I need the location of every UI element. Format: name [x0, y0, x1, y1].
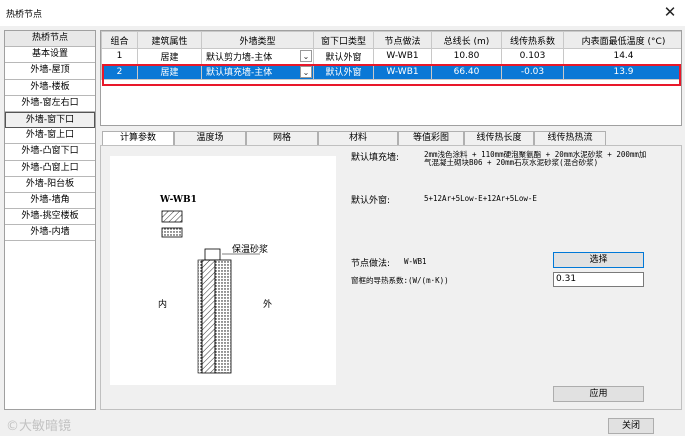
frame-conductivity-label: 窗框的导热系数:(W/(m·K)): [351, 276, 449, 285]
sidebar-item-wall-window-top[interactable]: 外墙-窗上口: [5, 128, 95, 145]
wall-type-value: 默认剪力墙-主体: [206, 52, 273, 63]
node-method-value: W-WB1: [404, 257, 427, 266]
chevron-down-icon[interactable]: ⌄: [300, 50, 312, 62]
watermark-logo: ©大敏暗镜: [6, 419, 72, 434]
tab-contour-map[interactable]: 等值彩图: [398, 131, 464, 145]
wall-type-select[interactable]: 默认填充墙-主体 ⌄: [201, 63, 314, 80]
select-button[interactable]: 选择: [553, 252, 644, 268]
sidebar-item-wall-floor-slab[interactable]: 外墙-楼板: [5, 80, 95, 96]
sidebar-item-wall-window-side[interactable]: 外墙-窗左右口: [5, 96, 95, 112]
column-header-building-type[interactable]: 建筑属性: [137, 31, 202, 49]
sidebar-item-wall-interior-wall[interactable]: 外墙-内墙: [5, 225, 95, 242]
column-header-psi[interactable]: 线传热系数: [501, 31, 564, 49]
column-header-node-method[interactable]: 节点做法: [373, 31, 432, 49]
cell-min-temp: 13.9: [563, 63, 681, 80]
column-header-group[interactable]: 组合: [101, 31, 138, 49]
close-button[interactable]: 关闭: [608, 418, 654, 434]
inside-label: 内: [158, 300, 168, 310]
wall-mortar-layer: [197, 259, 203, 374]
tab-calculation-params[interactable]: 计算参数: [102, 131, 174, 146]
cell-total-length: 66.40: [431, 63, 502, 80]
cell-sill-type: 默认外窗: [313, 48, 374, 65]
cell-min-temp: 14.4: [563, 48, 681, 65]
sidebar-item-wall-corner[interactable]: 外墙-墙角: [5, 193, 95, 210]
sidebar-item-wall-bay-window-bottom[interactable]: 外墙-凸窗下口: [5, 144, 95, 161]
cell-group: 2: [101, 63, 138, 80]
sidebar-item-wall-window-bottom[interactable]: 外墙-窗下口: [5, 111, 95, 129]
column-header-min-temp[interactable]: 内表面最低温度 (°C): [563, 31, 681, 49]
sidebar-item-wall-bay-window-top[interactable]: 外墙-凸窗上口: [5, 161, 95, 177]
default-window-value: 5+12Ar+5Low-E+12Ar+5Low-E: [424, 194, 537, 203]
cell-node-method: W-WB1: [373, 48, 432, 65]
column-header-sill-type[interactable]: 窗下口类型: [313, 31, 374, 49]
column-header-wall-type[interactable]: 外墙类型: [201, 31, 314, 49]
cell-node-method: W-WB1: [373, 63, 432, 80]
frame-conductivity-input[interactable]: 0.31: [553, 272, 644, 287]
window-title: 热桥节点: [6, 10, 43, 20]
cell-psi: 0.103: [501, 48, 564, 65]
close-icon[interactable]: ✕: [661, 3, 679, 21]
tab-temperature-field[interactable]: 温度场: [174, 131, 246, 145]
table-header-row: 组合 建筑属性 外墙类型 窗下口类型 节点做法 总线长 (m) 线传热系数 内表…: [101, 31, 681, 49]
sidebar-item-wall-overhang-slab[interactable]: 外墙-挑空楼板: [5, 209, 95, 226]
wall-type-value: 默认填充墙-主体: [206, 68, 273, 79]
window-sill-block: [204, 248, 221, 261]
chevron-down-icon[interactable]: ⌄: [300, 65, 312, 78]
wall-insulation-layer: [201, 259, 216, 374]
table-row[interactable]: 1 居建 默认剪力墙-主体 ⌄ 默认外窗 W-WB1 10.80 0.103 14…: [101, 48, 681, 65]
mortar-label: 保温砂浆: [232, 245, 269, 255]
default-window-label: 默认外窗:: [351, 196, 391, 206]
tab-materials[interactable]: 材料: [318, 131, 398, 145]
node-preview-diagram: W-WB1 保温砂浆 内 外: [110, 156, 336, 385]
node-method-label: 节点做法:: [351, 259, 391, 269]
dialog-footer: ©大敏暗镜 关闭: [0, 413, 685, 436]
sidebar-item-wall-balcony[interactable]: 外墙-阳台板: [5, 177, 95, 193]
tab-strip: 计算参数 温度场 网格 材料 等值彩图 线传热长度 线传热热流: [100, 131, 682, 146]
title-bar: 热桥节点 ✕: [0, 0, 685, 26]
column-header-total-length[interactable]: 总线长 (m): [431, 31, 502, 49]
wall-type-select[interactable]: 默认剪力墙-主体 ⌄: [201, 48, 314, 65]
legend-dots-swatch: [161, 227, 183, 238]
sidebar-item-wall-roof[interactable]: 外墙-屋顶: [5, 63, 95, 80]
cell-sill-type: 默认外窗: [313, 63, 374, 80]
node-code-label: W-WB1: [160, 195, 197, 205]
tab-heat-transfer-length[interactable]: 线传热长度: [464, 131, 534, 145]
cell-psi: -0.03: [501, 63, 564, 80]
tab-heat-flux[interactable]: 线传热热流: [534, 131, 606, 145]
default-fill-wall-label: 默认填充墙:: [351, 153, 400, 163]
wall-block-layer: [214, 259, 232, 374]
node-combination-table: 组合 建筑属性 外墙类型 窗下口类型 节点做法 总线长 (m) 线传热系数 内表…: [100, 30, 682, 126]
apply-button[interactable]: 应用: [553, 386, 644, 402]
default-fill-wall-value-line2: 气混凝土砌块B06 + 20mm石灰水泥砂浆(混合砂浆): [424, 158, 599, 167]
outside-label: 外: [263, 300, 273, 310]
tab-mesh[interactable]: 网格: [246, 131, 318, 145]
cell-building-type: 居建: [137, 48, 202, 65]
cell-building-type: 居建: [137, 63, 202, 80]
legend-hatch-swatch: [161, 210, 183, 223]
node-list-header: 热桥节点: [5, 31, 95, 48]
node-type-list: 热桥节点 基本设置 外墙-屋顶 外墙-楼板 外墙-窗左右口 外墙-窗下口 外墙-…: [4, 30, 96, 410]
cell-group: 1: [101, 48, 138, 65]
node-drawing: [161, 210, 260, 374]
table-row[interactable]: 2 居建 默认填充墙-主体 ⌄ 默认外窗 W-WB1 66.40 -0.03 13…: [101, 63, 681, 80]
cell-total-length: 10.80: [431, 48, 502, 65]
sidebar-item-basic-settings[interactable]: 基本设置: [5, 47, 95, 64]
